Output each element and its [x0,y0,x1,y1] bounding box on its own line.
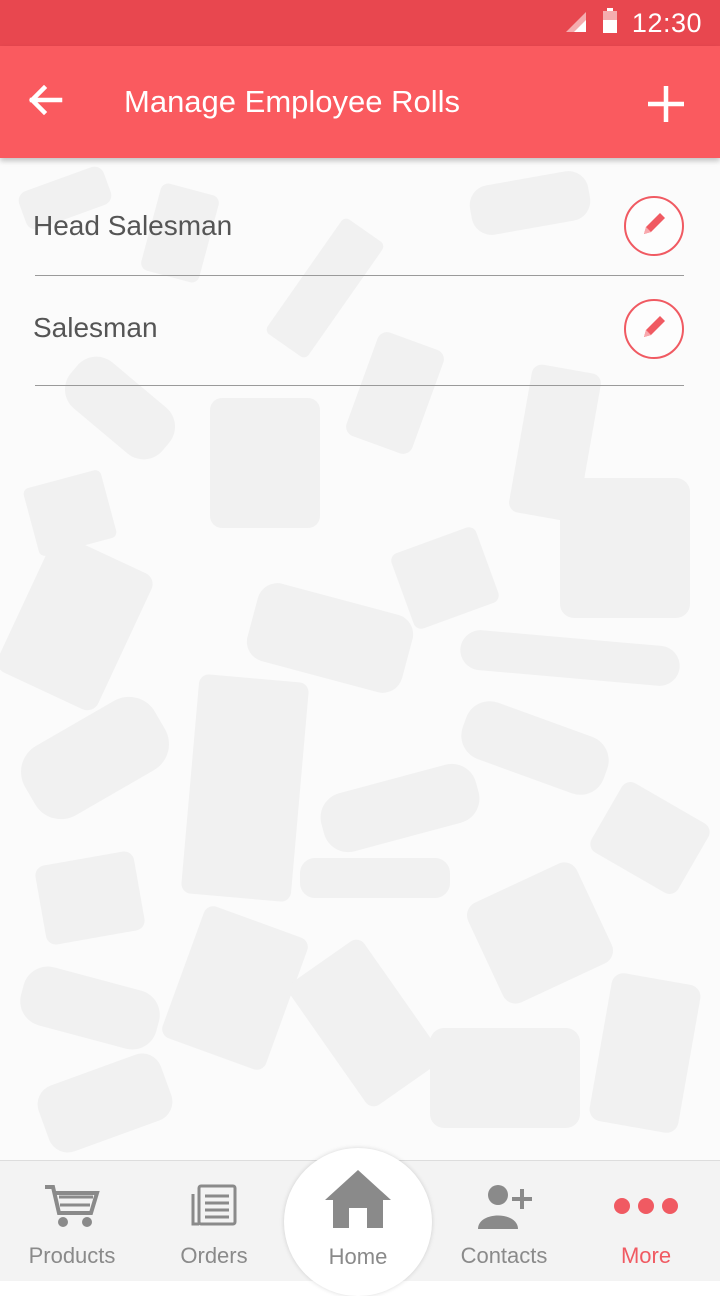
nav-label: Contacts [460,1243,548,1268]
nav-label: Products [28,1243,116,1268]
cart-icon [43,1183,101,1234]
content-area: Head Salesman Salesman [0,158,720,1160]
page-title: Manage Employee Rolls [124,84,461,119]
roll-name: Salesman [33,312,158,343]
signal-icon [564,9,588,38]
divider [35,385,684,386]
edit-button[interactable] [624,196,684,256]
nav-orders[interactable]: Orders [142,1161,286,1281]
more-icon [613,1196,679,1221]
add-roll-button[interactable] [642,82,690,130]
nav-more[interactable]: More [574,1161,718,1281]
pencil-icon [639,209,669,244]
nav-label: Orders [180,1243,248,1268]
nav-home[interactable]: Home [284,1160,432,1280]
plus-icon [646,84,686,129]
status-time: 12:30 [631,7,702,38]
roll-name: Head Salesman [33,210,233,241]
nav-label: More [620,1243,672,1268]
battery-icon [602,7,618,39]
add-contact-icon [476,1181,532,1236]
app-bar: Manage Employee Rolls [0,46,720,158]
edit-button[interactable] [624,299,684,359]
list-icon [191,1184,237,1233]
divider [35,275,684,276]
arrow-left-icon [28,84,63,120]
status-bar: 12:30 [0,0,720,46]
nav-label: Home [328,1244,388,1269]
nav-products[interactable]: Products [0,1161,144,1281]
back-button[interactable] [20,76,72,128]
pencil-icon [639,312,669,347]
nav-contacts[interactable]: Contacts [432,1161,576,1281]
background-pattern [0,166,710,1153]
home-icon [323,1168,393,1235]
